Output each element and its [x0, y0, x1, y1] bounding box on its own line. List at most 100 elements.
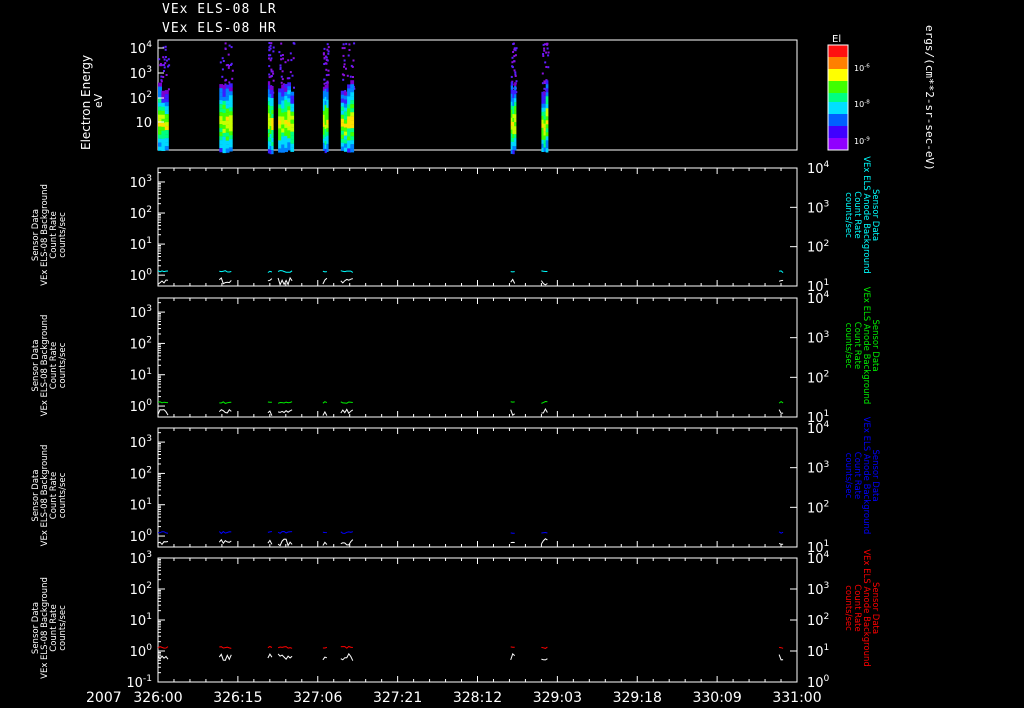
spectrogram-pixel — [325, 81, 328, 84]
spectrogram-pixel — [323, 78, 326, 81]
colorbar-cell — [828, 123, 848, 127]
spectrogram-pixel — [347, 54, 350, 57]
colorbar-cell — [828, 114, 848, 118]
spectrogram-pixel — [272, 50, 275, 53]
spectrogram-pixel — [547, 51, 550, 54]
spectrogram-pixel — [326, 43, 329, 46]
left-tick-label: 101 — [130, 236, 152, 253]
spectrogram-pixel — [350, 100, 355, 105]
panel-ylabel-line: counts/sec — [58, 605, 68, 651]
spectrogram-pixel — [323, 47, 326, 50]
spectrogram-pixel — [164, 130, 169, 135]
spectrogram-pixel — [228, 131, 233, 136]
spectrogram-pixel — [350, 148, 355, 153]
spectrogram-pixel — [163, 70, 165, 72]
series-line — [322, 410, 328, 416]
colorbar-cell — [828, 78, 848, 82]
spectrogram-pixel — [342, 78, 345, 81]
spectrogram-pixel — [228, 115, 233, 120]
spectrogram-pixel — [281, 70, 284, 73]
spectrogram-pixel — [348, 43, 351, 46]
series-line — [157, 541, 169, 546]
colorbar-cell — [828, 93, 848, 97]
spectrogram-pixel — [160, 75, 163, 78]
spectrogram-pixel — [514, 102, 517, 107]
series-line — [277, 270, 293, 273]
spectrogram-pixel — [290, 59, 293, 62]
spectrogram-pixel — [289, 71, 292, 74]
colorbar-cell — [828, 87, 848, 91]
spectrogram-pixel — [325, 74, 328, 77]
series-line — [277, 653, 293, 661]
series-line — [157, 270, 169, 273]
right-tick-label: 101 — [807, 643, 829, 660]
spectrogram-pixel — [546, 47, 549, 50]
spectrogram-pixel — [164, 126, 169, 131]
spectrogram-pixel — [228, 143, 233, 148]
spectrogram-pixel — [278, 51, 281, 54]
spectrogram-pixel — [164, 134, 169, 139]
series-line — [340, 531, 353, 534]
spectrogram-pixel — [164, 62, 167, 65]
spectrogram-pixel — [292, 57, 295, 60]
spectrogram-pixel — [228, 44, 231, 47]
left-tick-label: 100 — [130, 398, 153, 415]
spectrogram-pixel — [224, 42, 227, 45]
spectrogram-pixel — [325, 56, 328, 59]
right-tick-label: 102 — [807, 612, 829, 629]
spectrogram-pixel — [228, 83, 233, 88]
series-line — [218, 277, 232, 285]
spectrogram-pixel — [162, 76, 165, 78]
series-line — [267, 539, 273, 545]
spectrogram-pixel — [160, 80, 163, 83]
spectrogram-pixel — [514, 71, 517, 74]
spectrogram-pixel — [164, 114, 169, 119]
spectrogram-pixel — [290, 103, 295, 108]
spectrogram-pixel — [351, 65, 354, 68]
spectrogram-pixel — [510, 81, 513, 86]
series-line — [322, 270, 327, 273]
series-line — [157, 401, 169, 404]
colorbar-cell — [828, 63, 848, 67]
colorbar-cell — [828, 144, 848, 148]
series-line — [541, 646, 548, 649]
colorbar-cell — [828, 108, 848, 112]
spectrogram-pixel — [326, 115, 329, 120]
spectrogram-pixel — [290, 111, 295, 116]
series-line — [267, 531, 272, 533]
spectrogram-pixel — [325, 62, 328, 65]
spectrogram-pixel — [228, 139, 233, 144]
x-axis-year: 2007 — [86, 690, 122, 706]
x-axis-tick-label: 326:00 — [133, 690, 182, 706]
series-line — [540, 538, 548, 545]
spectrogram-pixel — [228, 91, 233, 96]
series-line — [157, 279, 169, 285]
spectrogram-pixel — [164, 110, 169, 115]
series-line — [277, 530, 293, 534]
series-line — [219, 401, 232, 404]
spectrogram-pixel — [350, 116, 355, 121]
colorbar-cell — [828, 120, 848, 124]
spectrogram-pixel — [342, 43, 345, 46]
right-tick-label: 104 — [807, 160, 830, 177]
spectrogram-pixel — [345, 42, 348, 45]
spectrogram-pixel — [280, 81, 283, 84]
spectrogram-pixel — [545, 116, 549, 121]
spectrogram-pixel — [346, 74, 349, 77]
spectrogram-pixel — [219, 61, 222, 64]
series-line — [778, 654, 784, 661]
spectrogram-pixel — [269, 59, 272, 62]
spectrogram-pixel — [352, 76, 354, 78]
colorbar-cell — [828, 111, 848, 115]
spectrogram-pixel — [326, 147, 329, 152]
spectrogram-pixel — [293, 86, 295, 89]
spectrogram-pixel — [514, 106, 517, 111]
spectrogram-pixel — [326, 87, 329, 92]
spectrogram-pixel — [271, 130, 274, 135]
spectrogram-pixel — [288, 77, 291, 80]
right-tick-label: 104 — [807, 420, 830, 437]
spectrogram-pixel — [343, 47, 346, 50]
spectrogram-pixel — [268, 65, 271, 68]
colorbar-units: ergs/(cm**2-sr-sec-eV) — [923, 25, 936, 171]
series-line — [340, 645, 353, 649]
